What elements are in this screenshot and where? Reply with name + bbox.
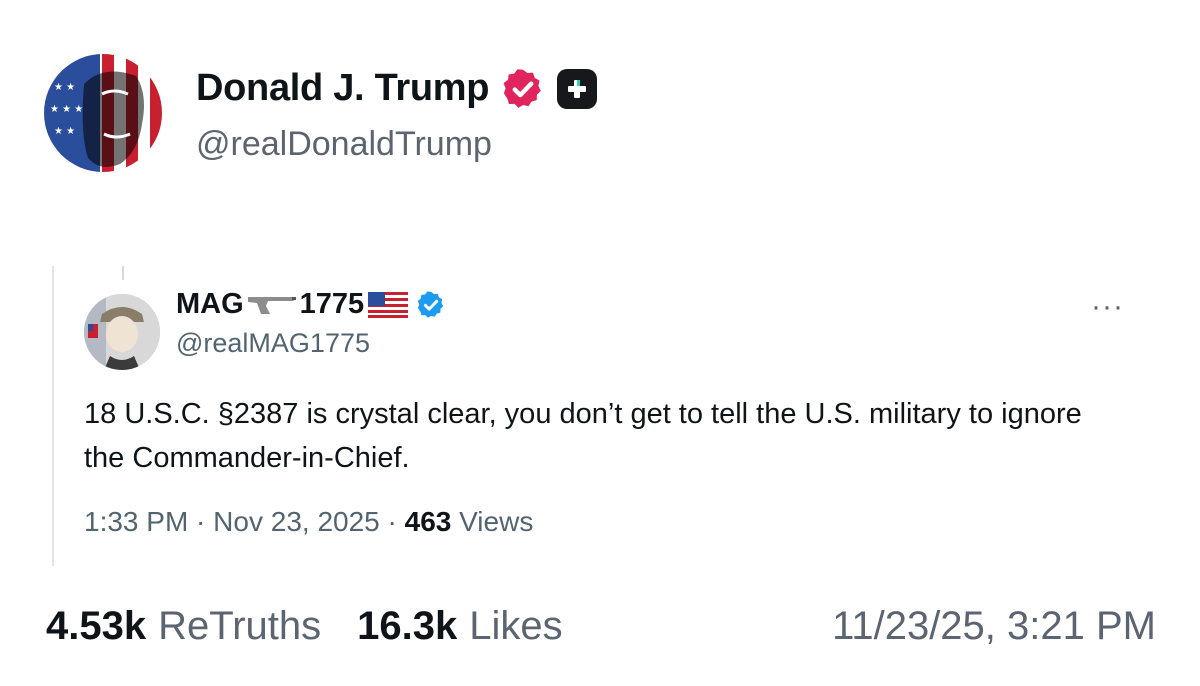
verified-badge-icon bbox=[417, 291, 444, 318]
quoted-post[interactable]: MAG 1775 @realMAG1775 ··· 18 U.S.C. §238… bbox=[52, 266, 1134, 566]
svg-text:★ ★: ★ ★ bbox=[54, 126, 75, 137]
verified-badge-icon bbox=[503, 68, 541, 108]
quoted-author-handle[interactable]: @realMAG1775 bbox=[176, 328, 370, 359]
quoted-post-time[interactable]: 1:33 PM bbox=[84, 506, 188, 537]
retruths-label[interactable]: ReTruths bbox=[158, 604, 321, 649]
more-options-button[interactable]: ··· bbox=[1091, 290, 1124, 324]
quoted-post-text: 18 U.S.C. §2387 is crystal clear, you do… bbox=[84, 398, 1082, 474]
author-name[interactable]: Donald J. Trump bbox=[196, 67, 490, 110]
author-avatar[interactable]: ★ ★ ★ ★ ★ ★ ★ bbox=[44, 54, 162, 172]
quoted-post-meta: 1:33 PM · Nov 23, 2025 · 463 Views bbox=[84, 506, 533, 538]
quoted-author-avatar[interactable] bbox=[84, 294, 160, 370]
views-count: 463 bbox=[404, 506, 452, 537]
likes-label[interactable]: Likes bbox=[469, 604, 562, 649]
pistol-icon bbox=[247, 296, 296, 314]
author-handle[interactable]: @realDonaldTrump bbox=[196, 125, 597, 164]
svg-text:★ ★ ★: ★ ★ ★ bbox=[50, 104, 83, 115]
quoted-author-name-row[interactable]: MAG 1775 bbox=[176, 288, 446, 321]
post-author-header: ★ ★ ★ ★ ★ ★ ★ Donald J. Trump @realDonal… bbox=[44, 54, 598, 172]
us-flag-icon bbox=[368, 291, 409, 318]
svg-text:★ ★: ★ ★ bbox=[54, 82, 75, 93]
likes-count[interactable]: 16.3k bbox=[357, 604, 457, 649]
quoted-author-name-suffix: 1775 bbox=[299, 288, 365, 320]
thread-line bbox=[122, 266, 124, 280]
post-stats: 4.53k ReTruths 16.3k Likes 11/23/25, 3:2… bbox=[46, 604, 1156, 649]
meta-separator: · bbox=[379, 506, 405, 537]
quoted-post-date[interactable]: Nov 23, 2025 bbox=[213, 506, 380, 537]
meta-separator: · bbox=[188, 506, 214, 537]
quoted-author-name-prefix: MAG bbox=[176, 288, 244, 320]
plus-badge-icon bbox=[557, 68, 598, 109]
retruths-count[interactable]: 4.53k bbox=[46, 604, 146, 649]
views-label: Views bbox=[451, 506, 534, 537]
post-timestamp: 11/23/25, 3:21 PM bbox=[832, 604, 1156, 648]
